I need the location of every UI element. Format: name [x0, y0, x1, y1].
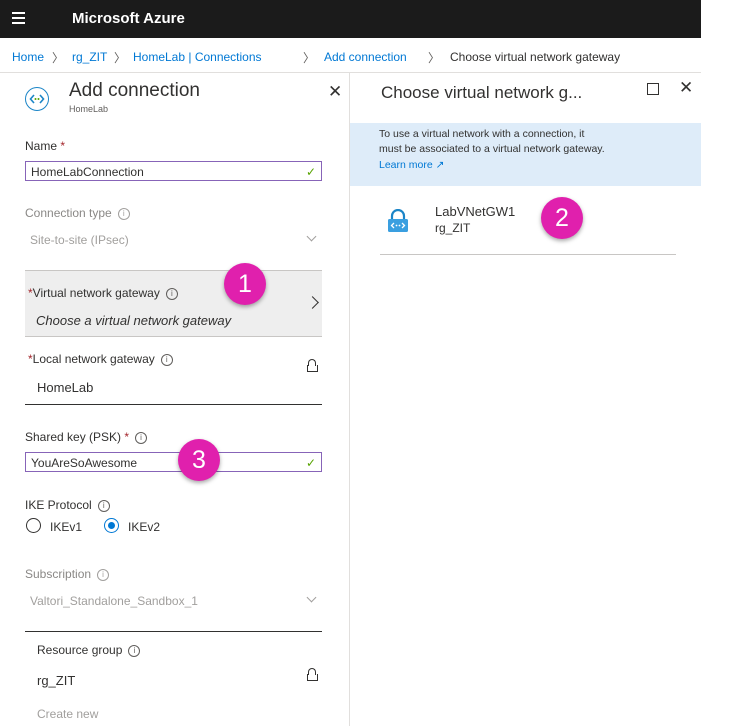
subscription-label: Subscription i — [25, 567, 110, 581]
info-icon[interactable]: i — [117, 207, 130, 220]
ike-v2-radio[interactable] — [104, 518, 119, 533]
close-icon[interactable]: ✕ — [679, 78, 693, 98]
virtual-network-gateway-selector[interactable]: *Virtual network gateway i Choose a virtu… — [25, 270, 322, 337]
info-icon[interactable]: i — [128, 644, 141, 657]
chevron-down-icon — [306, 231, 317, 242]
gateway-resource-group: rg_ZIT — [435, 221, 471, 235]
chevron-right-icon: 〉 — [303, 51, 316, 65]
chevron-right-icon: 〉 — [428, 51, 441, 65]
shared-key-field[interactable]: YouAreSoAwesome ✓ — [25, 452, 322, 472]
create-new-link[interactable]: Create new — [37, 707, 98, 721]
checkmark-icon: ✓ — [305, 456, 316, 470]
breadcrumb: Home 〉 rg_ZIT 〉 HomeLab | Connections 〉 … — [0, 38, 701, 73]
hamburger-menu-icon[interactable] — [12, 12, 25, 24]
ike-protocol-label: IKE Protocol i — [25, 498, 110, 512]
annotation-badge-1: 1 — [224, 263, 266, 305]
breadcrumb-home[interactable]: Home — [12, 50, 44, 64]
info-icon[interactable]: i — [165, 287, 178, 300]
blade-title: Add connection — [69, 80, 200, 101]
local-network-gateway-label: *Local network gateway i — [28, 352, 173, 366]
breadcrumb-add-connection[interactable]: Add connection — [324, 50, 407, 64]
blade-title: Choose virtual network g... — [381, 83, 583, 102]
gateway-name: LabVNetGW1 — [435, 204, 516, 219]
breadcrumb-connections[interactable]: HomeLab | Connections — [133, 50, 262, 64]
resource-group-value: rg_ZIT — [37, 673, 76, 688]
blade-subtitle: HomeLab — [69, 104, 109, 114]
local-network-gateway-value: HomeLab — [37, 380, 94, 395]
app-title[interactable]: Microsoft Azure — [72, 10, 185, 27]
info-icon[interactable]: i — [97, 499, 110, 512]
shared-key-label: Shared key (PSK) * i — [25, 430, 148, 444]
learn-more-link[interactable]: Learn more ↗ — [379, 159, 444, 171]
annotation-badge-3: 3 — [178, 439, 220, 481]
connection-type-select: Site-to-site (IPsec) — [25, 230, 322, 250]
subscription-value: Valtori_Standalone_Sandbox_1 — [30, 594, 198, 608]
lock-icon — [307, 359, 318, 372]
virtual-network-gateway-icon — [387, 208, 409, 233]
info-icon[interactable]: i — [135, 431, 148, 444]
lock-icon — [307, 668, 318, 681]
info-banner: To use a virtual network with a connecti… — [350, 123, 701, 186]
subscription-select: Valtori_Standalone_Sandbox_1 — [25, 591, 322, 611]
chevron-right-icon: 〉 — [114, 51, 127, 65]
checkmark-icon: ✓ — [305, 165, 316, 179]
connection-type-value: Site-to-site (IPsec) — [30, 233, 129, 247]
annotation-badge-2: 2 — [541, 197, 583, 239]
virtual-network-gateway-placeholder: Choose a virtual network gateway — [36, 313, 232, 328]
divider — [25, 631, 322, 632]
chevron-right-icon: 〉 — [52, 51, 65, 65]
gateway-list-item[interactable]: LabVNetGW1 rg_ZIT — [380, 197, 676, 255]
connection-type-label: Connection type i — [25, 206, 130, 220]
close-icon[interactable]: ✕ — [328, 82, 342, 102]
info-icon[interactable]: i — [97, 568, 110, 581]
chevron-down-icon — [306, 592, 317, 603]
ike-v2-label: IKEv2 — [128, 520, 161, 534]
connection-icon — [25, 87, 49, 111]
breadcrumb-current: Choose virtual network gateway — [450, 50, 621, 64]
info-icon[interactable]: i — [160, 353, 173, 366]
resource-group-label: Resource group i — [37, 643, 141, 657]
background — [701, 0, 731, 726]
name-value: HomeLabConnection — [31, 165, 144, 179]
info-text-line2: must be associated to a virtual network … — [379, 143, 605, 155]
virtual-network-gateway-label: *Virtual network gateway i — [28, 286, 178, 300]
name-field[interactable]: HomeLabConnection ✓ — [25, 161, 322, 181]
breadcrumb-rg-zit[interactable]: rg_ZIT — [72, 50, 107, 64]
external-link-icon: ↗ — [435, 159, 445, 171]
ike-v1-radio[interactable] — [26, 518, 41, 533]
ike-v1-label: IKEv1 — [50, 520, 83, 534]
shared-key-value: YouAreSoAwesome — [31, 456, 138, 470]
name-label: Name * — [25, 139, 66, 153]
divider — [25, 404, 322, 405]
info-text-line1: To use a virtual network with a connecti… — [379, 128, 585, 140]
maximize-icon[interactable] — [647, 83, 659, 95]
